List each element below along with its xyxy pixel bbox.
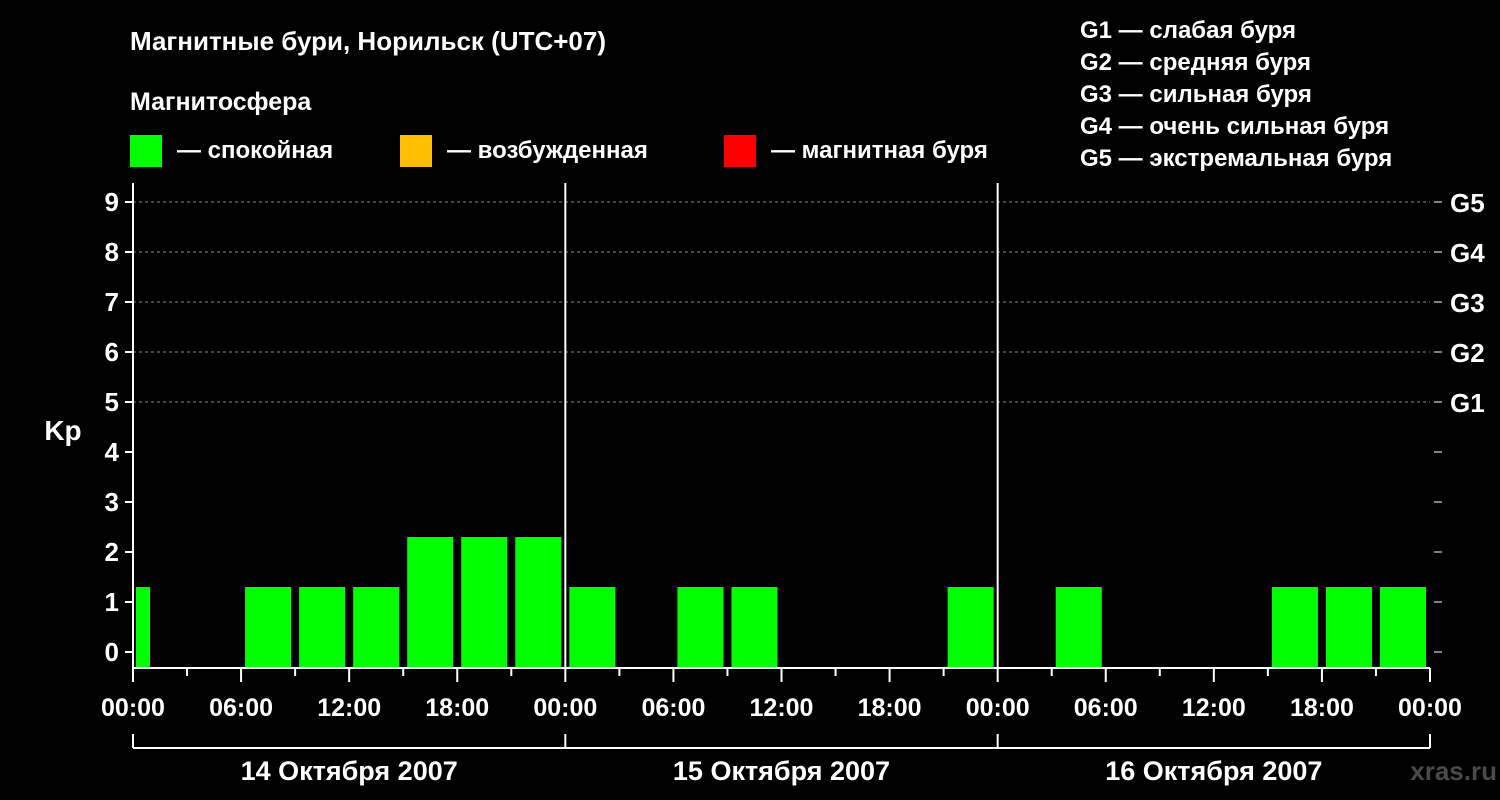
bar <box>947 587 994 668</box>
x-tick-label: 06:00 <box>1074 694 1138 722</box>
bar <box>1271 587 1318 668</box>
y-tick-label: 9 <box>105 187 119 217</box>
y-tick-label: 0 <box>105 637 119 667</box>
bar <box>353 587 400 668</box>
storm-levels-list: G1 — слабая буря G2 — средняя буря G3 — … <box>1080 17 1392 172</box>
y-tick-label: 8 <box>105 237 119 267</box>
x-tick-label: 00:00 <box>533 694 597 722</box>
day-label: 16 Октября 2007 <box>1105 756 1322 786</box>
y-tick-label: 2 <box>105 537 119 567</box>
storm-level-g2: G2 — средняя буря <box>1080 49 1311 76</box>
x-tick-label: 12:00 <box>317 694 381 722</box>
x-tick-label: 00:00 <box>1398 694 1462 722</box>
bar <box>569 587 616 668</box>
storm-level-g1: G1 — слабая буря <box>1080 17 1296 44</box>
bar <box>299 587 346 668</box>
chart-title: Магнитные бури, Норильск (UTC+07) <box>130 26 606 56</box>
legend-title: Магнитосфера <box>130 88 312 116</box>
right-tick-label: G3 <box>1450 288 1485 318</box>
x-tick-label: 18:00 <box>425 694 489 722</box>
legend-swatch-storm <box>724 135 756 167</box>
day-label: 14 Октября 2007 <box>241 756 458 786</box>
x-tick-label: 06:00 <box>209 694 273 722</box>
bar <box>515 537 562 668</box>
y-tick-label: 5 <box>105 387 119 417</box>
bar <box>407 537 454 668</box>
y-tick-label: 1 <box>105 587 119 617</box>
x-tick-label: 12:00 <box>1182 694 1246 722</box>
legend-label-active: — возбужденная <box>447 137 648 164</box>
x-tick-label: 00:00 <box>966 694 1030 722</box>
legend-label-quiet: — спокойная <box>177 137 333 164</box>
x-tick-label: 12:00 <box>750 694 814 722</box>
kp-chart: Магнитные бури, Норильск (UTC+07) Магнит… <box>44 17 1497 786</box>
y-tick-label: 6 <box>105 337 119 367</box>
x-tick-label: 18:00 <box>858 694 922 722</box>
legend-swatch-active <box>400 135 432 167</box>
day-label: 15 Октября 2007 <box>673 756 890 786</box>
bar <box>136 587 150 668</box>
y-axis-label: Kp <box>44 415 81 446</box>
bar <box>731 587 778 668</box>
bar <box>1379 587 1426 668</box>
watermark: xras.ru <box>1410 756 1497 786</box>
y-tick-label: 4 <box>105 437 120 467</box>
right-tick-label: G5 <box>1450 188 1485 218</box>
x-tick-label: 06:00 <box>641 694 705 722</box>
bar <box>1055 587 1102 668</box>
y-tick-label: 7 <box>105 287 119 317</box>
bar <box>677 587 724 668</box>
right-tick-label: G1 <box>1450 388 1485 418</box>
storm-level-g4: G4 — очень сильная буря <box>1080 113 1389 140</box>
right-tick-label: G2 <box>1450 338 1485 368</box>
right-tick-label: G4 <box>1450 238 1485 268</box>
y-tick-label: 3 <box>105 487 119 517</box>
x-tick-label: 18:00 <box>1290 694 1354 722</box>
x-tick-label: 00:00 <box>101 694 165 722</box>
legend-label-storm: — магнитная буря <box>771 137 988 164</box>
bar <box>245 587 292 668</box>
bar <box>461 537 508 668</box>
storm-level-g3: G3 — сильная буря <box>1080 81 1312 108</box>
storm-level-g5: G5 — экстремальная буря <box>1080 145 1392 172</box>
legend-swatch-quiet <box>130 135 162 167</box>
legend: — спокойная — возбужденная — магнитная б… <box>130 135 988 167</box>
bar <box>1325 587 1372 668</box>
